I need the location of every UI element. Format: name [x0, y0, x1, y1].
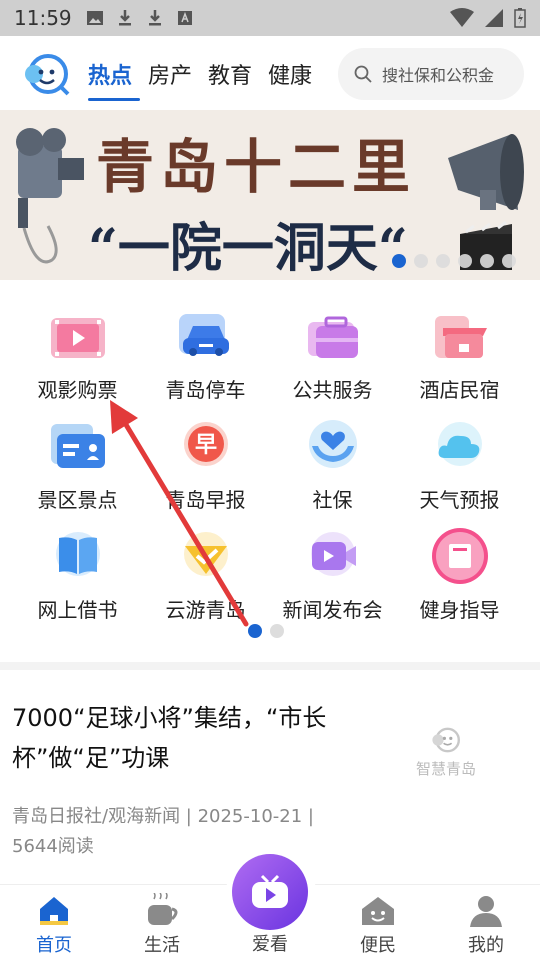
banner-dot[interactable] — [414, 254, 428, 268]
fitness-book-icon — [431, 528, 488, 584]
briefcase-icon — [307, 316, 358, 358]
service-public[interactable]: 公共服务 — [265, 300, 400, 410]
nav-mine[interactable]: 我的 — [446, 893, 526, 957]
nav-label: 生活 — [144, 935, 180, 956]
section-divider — [0, 662, 540, 670]
active-tab-indicator — [88, 98, 140, 101]
thumb-text: 智慧青岛 — [415, 760, 476, 778]
search-placeholder: 搜社保和公积金 — [382, 66, 495, 85]
nav-life[interactable]: 生活 — [122, 893, 202, 957]
search-bar[interactable]: 搜社保和公积金 — [338, 48, 524, 100]
download-icon — [118, 10, 131, 26]
service-label: 观影购票 — [37, 378, 118, 402]
nav-label: 首页 — [36, 935, 72, 956]
service-scenic[interactable]: 景区景点 — [10, 410, 145, 520]
banner-carousel[interactable]: 青岛十二里 “一院一洞天“ — [0, 110, 540, 280]
service-social-security[interactable]: 社保 — [265, 410, 400, 520]
page-dot[interactable] — [248, 624, 262, 638]
house-smile-icon — [362, 897, 394, 925]
notification-icons — [86, 9, 194, 27]
tab-hot[interactable]: 热点 — [88, 58, 132, 90]
home-icon — [40, 897, 68, 925]
nav-watch-button[interactable] — [232, 854, 308, 930]
book-icon — [55, 532, 100, 576]
car-icon — [178, 314, 229, 356]
service-label: 公共服务 — [292, 378, 373, 402]
service-label: 青岛早报 — [165, 488, 246, 512]
banner-dot[interactable] — [502, 254, 516, 268]
status-bar: 11:59 — [0, 0, 540, 36]
service-label: 云游青岛 — [165, 598, 246, 622]
search-icon — [354, 65, 372, 83]
service-morning-news[interactable]: 早 青岛早报 — [138, 410, 273, 520]
status-time: 11:59 — [14, 6, 72, 30]
tab-realestate[interactable]: 房产 — [148, 58, 192, 90]
tv-icon — [252, 874, 288, 908]
banner-pagination — [392, 254, 516, 268]
nav-watch-label: 爱看 — [252, 934, 288, 955]
news-item[interactable]: 7000“足球小将”集结，“市长杯”做“足”功课 青岛日报社/观海新闻 | 20… — [0, 690, 540, 870]
battery-icon — [514, 8, 526, 28]
wifi-icon — [450, 8, 474, 27]
service-label: 健身指导 — [419, 598, 500, 622]
tab-education[interactable]: 教育 — [208, 58, 252, 90]
service-label: 酒店民宿 — [419, 378, 500, 402]
banner-subtitle: “一院一洞天“ — [88, 218, 408, 279]
cloud-icon — [437, 422, 482, 466]
services-pagination — [248, 624, 284, 638]
id-card-icon — [50, 424, 105, 468]
news-thumbnail: 智慧青岛 — [406, 724, 486, 784]
user-icon — [470, 896, 502, 927]
banner-dot[interactable] — [458, 254, 472, 268]
service-label: 新闻发布会 — [282, 598, 383, 622]
news-title: 7000“足球小将”集结，“市长杯”做“足”功课 — [12, 704, 327, 772]
image-icon — [86, 11, 103, 25]
banner-dot[interactable] — [480, 254, 494, 268]
signal-icon — [485, 9, 503, 27]
service-label: 网上借书 — [37, 598, 118, 622]
nav-convenience[interactable]: 便民 — [338, 893, 418, 957]
service-borrow-books[interactable]: 网上借书 — [10, 520, 145, 630]
banner-dot[interactable] — [392, 254, 406, 268]
service-weather[interactable]: 天气预报 — [392, 410, 527, 520]
smart-qingdao-logo-icon — [432, 727, 460, 753]
tab-health[interactable]: 健康 — [268, 58, 312, 90]
service-parking[interactable]: 青岛停车 — [138, 300, 273, 410]
film-ticket-icon — [50, 318, 105, 358]
top-header: 热点 房产 教育 健康 搜社保和公积金 — [0, 36, 540, 110]
nav-home[interactable]: 首页 — [14, 893, 94, 957]
diamond-icon — [183, 532, 228, 576]
hotel-icon — [434, 316, 487, 358]
coffee-cup-icon — [148, 893, 178, 925]
banner-title: 青岛十二里 — [96, 133, 417, 201]
nav-label: 我的 — [468, 935, 504, 956]
page-dot[interactable] — [270, 624, 284, 638]
video-camera-icon — [310, 532, 356, 576]
services-grid: 观影购票 青岛停车 公共服务 酒店民宿 景区景点 早 青岛早报 社保 天气预报 … — [0, 300, 540, 630]
service-label: 青岛停车 — [165, 378, 246, 402]
service-label: 社保 — [312, 488, 353, 512]
nav-label: 便民 — [360, 935, 396, 956]
service-hotel[interactable]: 酒店民宿 — [392, 300, 527, 410]
keyboard-a-icon — [177, 11, 192, 25]
newspaper-zao-icon: 早 — [183, 422, 228, 466]
service-movie-tickets[interactable]: 观影购票 — [10, 300, 145, 410]
banner-dot[interactable] — [436, 254, 450, 268]
app-logo-icon[interactable] — [22, 52, 70, 96]
system-icons — [450, 8, 526, 28]
svg-text:早: 早 — [194, 433, 216, 458]
service-label: 天气预报 — [419, 488, 500, 512]
service-label: 景区景点 — [37, 488, 118, 512]
download-icon — [148, 10, 161, 26]
service-fitness-guide[interactable]: 健身指导 — [392, 520, 527, 630]
service-press-conference[interactable]: 新闻发布会 — [265, 520, 400, 630]
service-cloud-tour[interactable]: 云游青岛 — [138, 520, 273, 630]
heart-hands-icon — [308, 420, 357, 468]
